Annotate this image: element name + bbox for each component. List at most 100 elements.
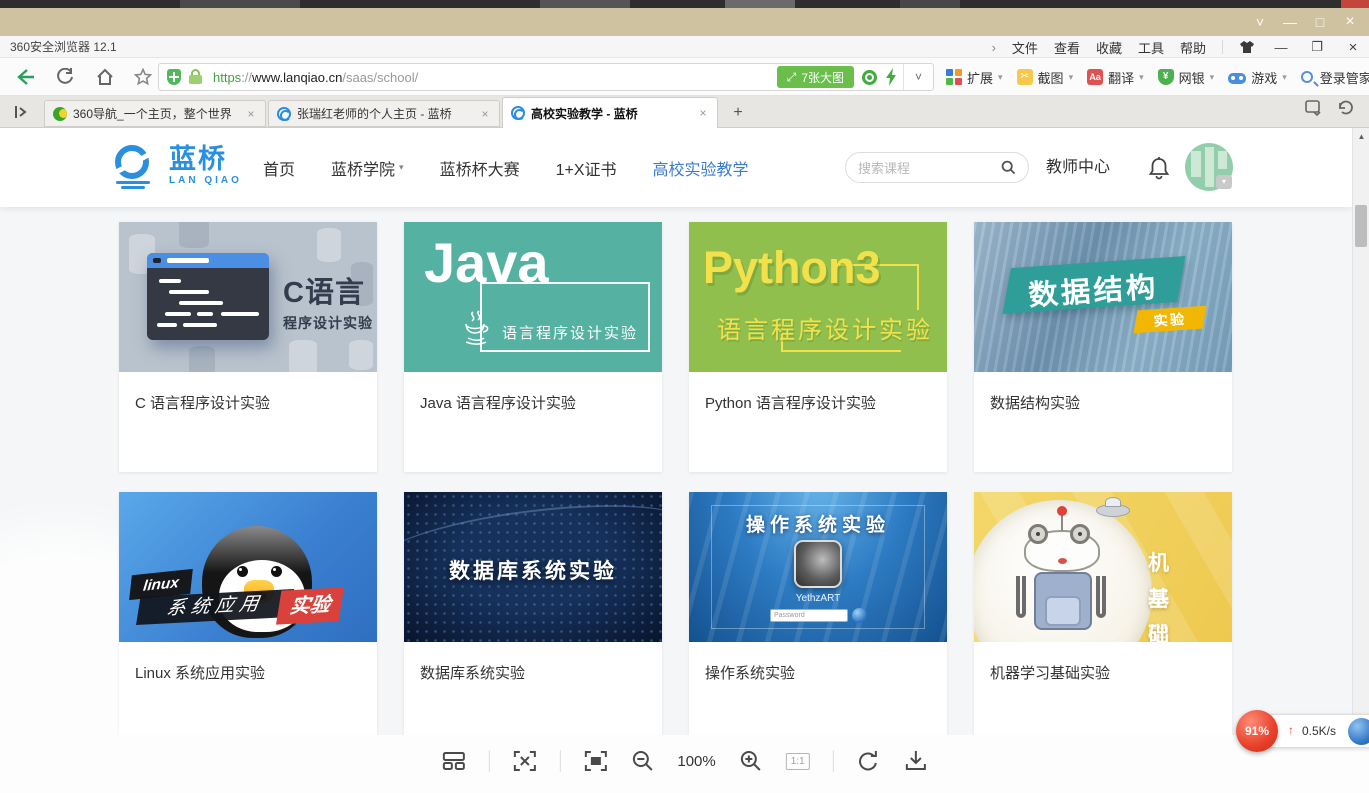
screenshot-button[interactable]: ✂ 截图 ▾ (1013, 68, 1078, 87)
zoom-level-label[interactable]: 100% (677, 753, 715, 770)
zoom-in-icon[interactable] (739, 749, 763, 773)
course-title: Linux 系统应用实验 (135, 662, 361, 683)
fit-screen-icon[interactable] (583, 750, 607, 772)
zoom-out-icon[interactable] (630, 749, 654, 773)
extensions-button[interactable]: 扩展 ▾ (942, 68, 1007, 87)
tab-close-icon[interactable]: × (697, 106, 709, 120)
nav-label: 蓝桥学院 (331, 156, 395, 180)
chevron-down-icon[interactable]: ▾ (998, 72, 1003, 83)
chevron-down-icon[interactable]: ▾ (1282, 72, 1287, 83)
avatar-dropdown-icon[interactable]: ▾ (1216, 175, 1232, 189)
chevron-down-icon[interactable]: ▾ (1069, 72, 1074, 83)
login-manager-button[interactable]: 登录管家 (1297, 68, 1369, 87)
reload-button[interactable] (52, 65, 78, 89)
course-cover-c: C语言 程序设计实验 (119, 222, 377, 372)
webpage-viewport: 蓝桥 LAN QIAO 首页 蓝桥学院▾ 蓝桥杯大赛 1+X证书 高校实验教学 … (0, 128, 1369, 735)
address-field[interactable]: https://www.lanqiao.cn/saas/school/ ⤢ 7张… (158, 63, 934, 91)
tab-teacher-homepage[interactable]: 张瑞红老师的个人主页 - 蓝桥 × (268, 100, 500, 127)
logo-en-text: LAN QIAO (169, 176, 242, 186)
url-host: www.lanqiao.cn (252, 70, 342, 85)
cover-title: 操作系统实验 (689, 510, 947, 537)
cover-title: C语言 (283, 269, 365, 311)
tab-title: 高校实验教学 - 蓝桥 (531, 105, 691, 122)
favorite-star-button[interactable] (130, 65, 156, 89)
rotate-icon[interactable] (857, 750, 881, 772)
translate-button[interactable]: Aa 翻译 ▾ (1083, 68, 1148, 87)
tab-close-icon[interactable]: × (479, 107, 491, 121)
chevron-down-icon[interactable]: ▾ (1210, 72, 1215, 83)
menu-view[interactable]: 查看 (1054, 38, 1080, 57)
tab-experiment-teaching-active[interactable]: 高校实验教学 - 蓝桥 × (502, 97, 718, 128)
teacher-center-link[interactable]: 教师中心 (1046, 128, 1110, 207)
notification-bell-icon[interactable] (1148, 156, 1170, 180)
menu-overflow-chevron-icon[interactable]: › (992, 40, 996, 55)
online-banking-label: 网银 (1179, 68, 1205, 87)
course-title: 数据结构实验 (990, 392, 1216, 413)
crop-select-icon[interactable] (512, 750, 536, 772)
search-icon[interactable] (1001, 160, 1016, 175)
maximize-button[interactable]: □ (1307, 8, 1333, 36)
course-cover-os: 操作系统实验 YethzART Password (689, 492, 947, 642)
site-safety-shield-icon[interactable] (167, 69, 181, 85)
memory-usage-ball[interactable]: 91% (1236, 710, 1278, 752)
tab-360-nav[interactable]: 360导航_一个主页，整个世界 × (44, 100, 266, 127)
nav-experiment-teaching[interactable]: 高校实验教学 (653, 156, 749, 180)
titlebar-dropdown-icon[interactable]: ˅ (1247, 8, 1273, 36)
menu-favorites[interactable]: 收藏 (1096, 38, 1122, 57)
skin-icon[interactable] (1239, 40, 1255, 54)
restore-button-inner[interactable]: ❐ (1307, 39, 1327, 55)
games-button[interactable]: 游戏 ▾ (1224, 68, 1291, 87)
nav-home[interactable]: 首页 (263, 156, 295, 180)
url-dropdown-chevron[interactable]: ˅ (903, 64, 933, 90)
scrollbar-up-arrow[interactable]: ▲ (1353, 132, 1369, 141)
course-card-machine-learning[interactable]: 机器学习基础实验 机器学习基础实验 (974, 492, 1232, 735)
menu-tools[interactable]: 工具 (1138, 38, 1164, 57)
extensions-icon (946, 69, 962, 85)
tab-list-icon[interactable] (1305, 100, 1323, 116)
minimize-button[interactable]: — (1277, 8, 1303, 36)
course-card-database[interactable]: 数据库系统实验 数据库系统实验 (404, 492, 662, 735)
course-card-java[interactable]: Java 语言程序设计实验 Java 语言程序设计实验 (404, 222, 662, 472)
chevron-down-icon[interactable]: ▾ (1139, 72, 1144, 83)
tab-title: 张瑞红老师的个人主页 - 蓝桥 (297, 105, 473, 122)
minimize-button-inner[interactable]: — (1271, 40, 1291, 55)
cover-login-avatar (794, 540, 842, 588)
speed-status-widget[interactable]: 91% ↑ 0.5K/s (1236, 710, 1369, 758)
url-text[interactable]: https://www.lanqiao.cn/saas/school/ (213, 70, 777, 85)
sidebar-expand-icon[interactable] (8, 100, 34, 124)
lanqiao-logo-icon (113, 143, 159, 189)
download-icon[interactable] (904, 750, 928, 772)
close-button-inner[interactable]: × (1343, 39, 1363, 56)
nav-competition[interactable]: 蓝桥杯大赛 (440, 156, 520, 180)
new-tab-button[interactable]: + (726, 101, 750, 125)
course-card-data-structure[interactable]: 数据结构 实验 数据结构实验 (974, 222, 1232, 472)
nav-certificate[interactable]: 1+X证书 (556, 156, 617, 180)
home-button[interactable] (92, 65, 118, 89)
site-logo[interactable]: 蓝桥 LAN QIAO (113, 143, 242, 189)
scrollbar-thumb[interactable] (1355, 205, 1367, 247)
course-card-linux[interactable]: linux 系统应用 实验 Linux 系统应用实验 (119, 492, 377, 735)
images-count-badge[interactable]: ⤢ 7张大图 (777, 66, 854, 88)
close-button[interactable]: × (1337, 8, 1363, 36)
course-card-python[interactable]: Python3 语言程序设计实验 Python 语言程序设计实验 (689, 222, 947, 472)
back-button[interactable] (12, 65, 38, 89)
online-banking-button[interactable]: ¥ 网银 ▾ (1154, 68, 1219, 87)
menu-file[interactable]: 文件 (1012, 38, 1038, 57)
course-card-c[interactable]: C语言 程序设计实验 C 语言程序设计实验 (119, 222, 377, 472)
menu-help[interactable]: 帮助 (1180, 38, 1206, 57)
accelerator-ball[interactable] (1348, 718, 1369, 745)
vertical-scrollbar[interactable]: ▲ (1352, 128, 1369, 735)
nav-label: 首页 (263, 156, 295, 180)
course-card-os[interactable]: 操作系统实验 YethzART Password 操作系统实验 (689, 492, 947, 735)
chevron-down-icon: ▾ (399, 162, 404, 173)
search-input[interactable]: 搜索课程 (845, 152, 1029, 183)
speed-mode-icon[interactable] (885, 68, 897, 86)
reopen-closed-tab-icon[interactable] (1337, 100, 1355, 116)
layout-grid-icon[interactable] (441, 750, 465, 772)
divider (1222, 40, 1223, 54)
photo-mode-icon[interactable] (862, 70, 877, 85)
tab-close-icon[interactable]: × (245, 107, 257, 121)
actual-size-button[interactable]: 1:1 (786, 753, 810, 770)
nav-academy[interactable]: 蓝桥学院 ▾ (331, 156, 404, 180)
login-manager-label: 登录管家 (1320, 68, 1369, 87)
